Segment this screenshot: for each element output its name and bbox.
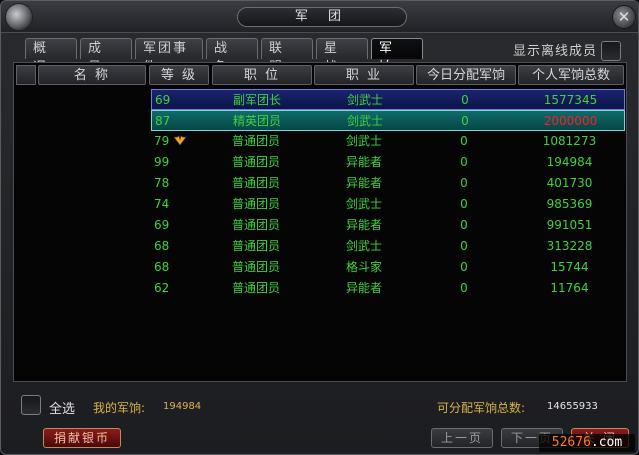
row-total-salary: 11764 bbox=[550, 281, 589, 295]
tab-alliance[interactable]: 联 盟 bbox=[261, 38, 313, 75]
donate-silver-button[interactable]: 捐献银币 bbox=[43, 428, 121, 448]
tab-members[interactable]: 成 员 bbox=[80, 38, 132, 75]
window-close-icon[interactable]: ✕ bbox=[612, 5, 636, 29]
row-position: 副军团长 bbox=[232, 93, 281, 107]
row-total-salary: 2000000 bbox=[543, 114, 598, 128]
table-row[interactable]: 74 普通团员 剑武士 0 985369 bbox=[151, 194, 625, 215]
corner-ornament-icon bbox=[5, 3, 33, 31]
row-position: 精英团员 bbox=[232, 114, 281, 128]
row-today-salary: 0 bbox=[460, 155, 468, 169]
header-total-salary[interactable]: 个人军饷总数 bbox=[518, 65, 624, 85]
row-job: 格斗家 bbox=[345, 260, 382, 274]
row-job: 异能者 bbox=[345, 155, 382, 169]
row-job: 剑武士 bbox=[345, 197, 382, 211]
row-position: 普通团员 bbox=[231, 155, 280, 169]
header-level[interactable]: 等 级 bbox=[149, 65, 209, 85]
header-name[interactable]: 名 称 bbox=[38, 65, 146, 85]
title-bar: 军 团 ✕ bbox=[1, 1, 638, 33]
table-row[interactable]: 69 副军团长 剑武士 0 1577345 bbox=[151, 89, 625, 110]
row-job: 剑武士 bbox=[346, 93, 383, 107]
tab-salary[interactable]: 军 饷 bbox=[371, 38, 423, 75]
row-level: 87 bbox=[155, 114, 171, 128]
watermark-prefix: 52 bbox=[551, 435, 568, 450]
row-position: 普通团员 bbox=[231, 260, 280, 274]
header-job[interactable]: 职 业 bbox=[314, 65, 414, 85]
row-job: 异能者 bbox=[345, 281, 382, 295]
tab-overview[interactable]: 概 况 bbox=[25, 38, 77, 75]
my-salary-value: 194984 bbox=[163, 401, 202, 412]
select-all-label: 全选 bbox=[49, 402, 76, 417]
row-today-salary: 0 bbox=[460, 260, 468, 274]
header-today-salary[interactable]: 今日分配军饷 bbox=[416, 65, 516, 85]
row-position: 普通团员 bbox=[231, 281, 280, 295]
row-total-salary: 15744 bbox=[550, 260, 589, 274]
tab-star-war[interactable]: 星 战 bbox=[316, 38, 368, 75]
row-total-salary: 1081273 bbox=[542, 134, 597, 148]
row-level: 69 bbox=[155, 93, 171, 107]
row-level: 69 bbox=[154, 218, 170, 232]
select-all-checkbox[interactable] bbox=[21, 395, 41, 415]
wing-badge-icon bbox=[173, 135, 187, 146]
row-job: 异能者 bbox=[345, 218, 382, 232]
row-total-salary: 1577345 bbox=[543, 93, 598, 107]
row-today-salary: 0 bbox=[460, 281, 468, 295]
header-position[interactable]: 职 位 bbox=[212, 65, 312, 85]
row-today-salary: 0 bbox=[461, 114, 469, 128]
row-total-salary: 194984 bbox=[546, 155, 593, 169]
show-offline-label: 显示离线成员 bbox=[513, 44, 598, 59]
distributable-salary-value: 14655933 bbox=[547, 401, 598, 412]
row-job: 剑武士 bbox=[345, 239, 382, 253]
row-today-salary: 0 bbox=[460, 239, 468, 253]
watermark-suffix: .com bbox=[590, 435, 623, 450]
tab-bar: 概 况 成 员 军团事件 战 争 联 盟 星 战 军 饷 bbox=[25, 38, 423, 75]
row-today-salary: 0 bbox=[461, 93, 469, 107]
distributable-salary-label: 可分配军饷总数: bbox=[437, 401, 526, 415]
table-header: 名 称 等 级 职 位 职 业 今日分配军饷 个人军饷总数 bbox=[14, 63, 626, 87]
row-level: 74 bbox=[154, 197, 170, 211]
tab-events[interactable]: 军团事件 bbox=[135, 38, 203, 75]
row-total-salary: 985369 bbox=[546, 197, 593, 211]
row-job: 剑武士 bbox=[345, 134, 382, 148]
prev-page-button[interactable]: 上一页 bbox=[431, 428, 493, 448]
row-level: 62 bbox=[154, 281, 170, 295]
row-total-salary: 401730 bbox=[546, 176, 593, 190]
row-today-salary: 0 bbox=[460, 134, 468, 148]
row-total-salary: 313228 bbox=[546, 239, 593, 253]
show-offline-checkbox[interactable] bbox=[601, 41, 621, 61]
row-position: 普通团员 bbox=[231, 134, 280, 148]
table-row[interactable]: 68 普通团员 格斗家 0 15744 bbox=[151, 257, 625, 278]
site-watermark: 52676.com bbox=[539, 434, 635, 452]
row-total-salary: 991051 bbox=[546, 218, 593, 232]
table-row[interactable]: 99 普通团员 异能者 0 194984 bbox=[151, 152, 625, 173]
my-salary-label: 我的军饷: bbox=[93, 401, 146, 415]
table-row[interactable]: 87 精英团员 剑武士 0 2000000 bbox=[151, 110, 625, 131]
row-position: 普通团员 bbox=[231, 239, 280, 253]
row-position: 普通团员 bbox=[231, 197, 280, 211]
row-level: 68 bbox=[154, 239, 170, 253]
row-job: 异能者 bbox=[345, 176, 382, 190]
table-row[interactable]: 69 普通团员 异能者 0 991051 bbox=[151, 215, 625, 236]
table-row[interactable]: 78 普通团员 异能者 0 401730 bbox=[151, 173, 625, 194]
table-row[interactable]: 62 普通团员 异能者 0 11764 bbox=[151, 278, 625, 299]
sort-column-toggle[interactable] bbox=[16, 65, 36, 85]
watermark-accent: 676 bbox=[567, 435, 591, 450]
table-row[interactable]: 79 普通团员 剑武士 0 1081273 bbox=[151, 131, 625, 152]
row-position: 普通团员 bbox=[231, 218, 280, 232]
row-level: 68 bbox=[154, 260, 170, 274]
legion-window: 军 团 ✕ 概 况 成 员 军团事件 战 争 联 盟 星 战 军 饷 显示离线成… bbox=[0, 0, 639, 455]
row-level: 78 bbox=[154, 176, 170, 190]
row-today-salary: 0 bbox=[460, 176, 468, 190]
row-today-salary: 0 bbox=[460, 197, 468, 211]
table-row[interactable]: 68 普通团员 剑武士 0 313228 bbox=[151, 236, 625, 257]
row-level: 99 bbox=[154, 155, 170, 169]
row-position: 普通团员 bbox=[231, 176, 280, 190]
row-today-salary: 0 bbox=[460, 218, 468, 232]
member-table: 名 称 等 级 职 位 职 业 今日分配军饷 个人军饷总数 69 副军团长 剑武… bbox=[13, 62, 627, 382]
row-job: 剑武士 bbox=[346, 114, 383, 128]
window-title: 军 团 bbox=[237, 7, 407, 27]
tab-war[interactable]: 战 争 bbox=[206, 38, 258, 75]
